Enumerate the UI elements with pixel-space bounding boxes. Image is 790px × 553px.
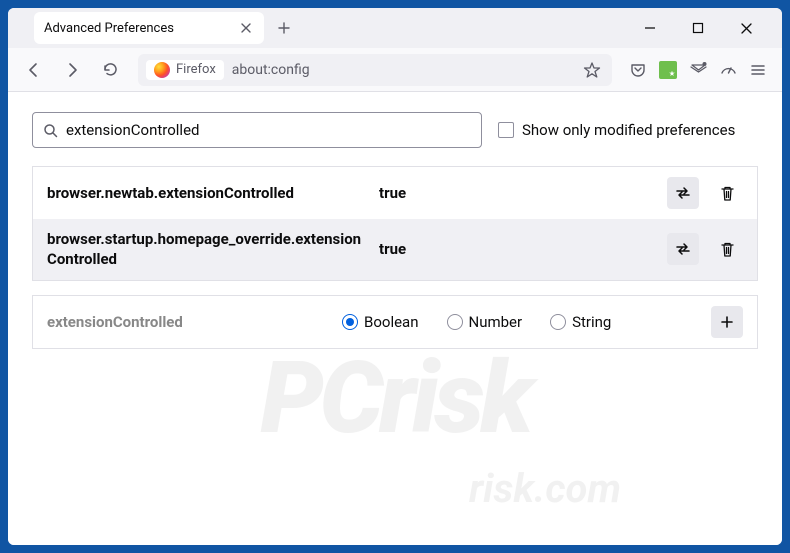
bookmark-star-button[interactable] bbox=[580, 58, 604, 82]
show-modified-checkbox[interactable]: Show only modified preferences bbox=[498, 121, 735, 139]
radio-icon bbox=[447, 314, 463, 330]
type-radio-group: Boolean Number String bbox=[342, 313, 701, 331]
extension-green-icon[interactable] bbox=[658, 60, 678, 80]
add-button[interactable] bbox=[711, 306, 743, 338]
pref-row[interactable]: browser.startup.homepage_override.extens… bbox=[33, 219, 757, 280]
menu-button[interactable] bbox=[748, 60, 768, 80]
radio-label: Boolean bbox=[364, 313, 419, 331]
pref-row[interactable]: browser.newtab.extensionControlled true bbox=[33, 167, 757, 219]
radio-boolean[interactable]: Boolean bbox=[342, 313, 419, 331]
pref-value: true bbox=[379, 240, 655, 258]
radio-number[interactable]: Number bbox=[447, 313, 523, 331]
toolbar-extensions bbox=[624, 60, 772, 80]
radio-icon bbox=[342, 314, 358, 330]
url-text: about:config bbox=[232, 62, 572, 78]
tab-title: Advanced Preferences bbox=[44, 21, 230, 36]
add-pref-row: extensionControlled Boolean Number Strin… bbox=[32, 295, 758, 349]
titlebar: Advanced Preferences bbox=[8, 8, 782, 48]
identity-label: Firefox bbox=[176, 62, 216, 77]
close-window-button[interactable] bbox=[726, 12, 766, 44]
back-button[interactable] bbox=[18, 54, 50, 86]
add-pref-name: extensionControlled bbox=[47, 313, 332, 331]
pref-value: true bbox=[379, 184, 655, 202]
firefox-logo-icon bbox=[154, 62, 170, 78]
search-box[interactable] bbox=[32, 112, 482, 148]
search-row: Show only modified preferences bbox=[32, 112, 758, 148]
checkbox-icon bbox=[498, 122, 514, 138]
mail-icon[interactable] bbox=[688, 60, 708, 80]
identity-box[interactable]: Firefox bbox=[146, 60, 224, 80]
new-tab-button[interactable] bbox=[268, 12, 300, 44]
window-controls bbox=[630, 12, 774, 44]
radio-label: String bbox=[572, 313, 611, 331]
browser-tab[interactable]: Advanced Preferences bbox=[34, 12, 264, 44]
toggle-button[interactable] bbox=[667, 177, 699, 209]
toggle-button[interactable] bbox=[667, 233, 699, 265]
dashboard-icon[interactable] bbox=[718, 60, 738, 80]
watermark-sub: risk.com bbox=[469, 465, 621, 512]
pref-name: browser.startup.homepage_override.extens… bbox=[47, 229, 367, 270]
close-tab-button[interactable] bbox=[238, 20, 254, 36]
delete-button[interactable] bbox=[711, 233, 743, 265]
radio-icon bbox=[550, 314, 566, 330]
about-config-content: Show only modified preferences browser.n… bbox=[8, 92, 782, 545]
forward-button[interactable] bbox=[56, 54, 88, 86]
nav-toolbar: Firefox about:config bbox=[8, 48, 782, 92]
search-icon bbox=[43, 123, 58, 138]
prefs-list: browser.newtab.extensionControlled true … bbox=[32, 166, 758, 281]
radio-string[interactable]: String bbox=[550, 313, 611, 331]
minimize-button[interactable] bbox=[630, 12, 670, 44]
browser-window: Advanced Preferences bbox=[8, 8, 782, 545]
radio-label: Number bbox=[469, 313, 523, 331]
search-input[interactable] bbox=[66, 121, 471, 139]
delete-button[interactable] bbox=[711, 177, 743, 209]
maximize-button[interactable] bbox=[678, 12, 718, 44]
pref-name: browser.newtab.extensionControlled bbox=[47, 183, 367, 203]
pocket-icon[interactable] bbox=[628, 60, 648, 80]
checkbox-label: Show only modified preferences bbox=[522, 121, 735, 139]
watermark-main: PCrisk bbox=[260, 340, 529, 457]
url-bar[interactable]: Firefox about:config bbox=[138, 54, 612, 86]
reload-button[interactable] bbox=[94, 54, 126, 86]
